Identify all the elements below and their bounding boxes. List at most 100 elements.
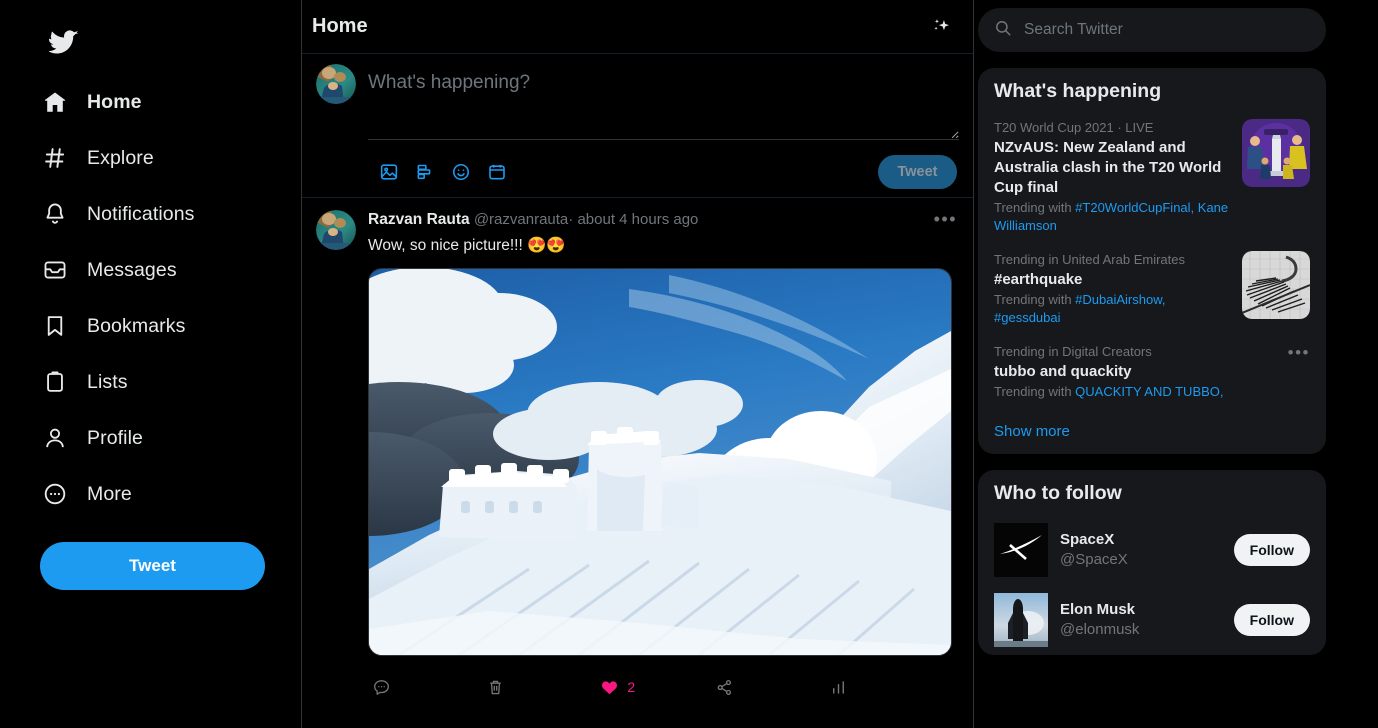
follow-suggestion-row[interactable]: Elon Musk @elonmusk Follow [978,585,1326,655]
show-more-trends[interactable]: Show more [978,411,1326,454]
sidebar-item-profile[interactable]: Profile [38,410,159,466]
tweet-author-avatar[interactable] [316,210,356,250]
trend-text: Trending in United Arab Emirates #earthq… [994,251,1234,327]
hashtag-icon [42,145,68,171]
sidebar-item-label: Home [87,90,142,113]
tweet-meta: Razvan Rauta @razvanrauta· about 4 hours… [368,210,698,230]
trend-text: Trending in Digital Creators tubbo and q… [994,343,1280,401]
trend-item[interactable]: Trending in Digital Creators tubbo and q… [978,337,1326,411]
sidebar-item-notifications[interactable]: Notifications [38,186,211,242]
trend-tag[interactable]: QUACKITY AND TUBBO, [1075,384,1223,399]
trend-name: NZvAUS: New Zealand and Australia clash … [994,139,1222,196]
search-bar[interactable] [978,8,1326,52]
tweet-header: Razvan Rauta @razvanrauta· about 4 hours… [368,210,959,230]
sidebar-item-label: Explore [87,146,154,169]
tweet-body: Razvan Rauta @razvanrauta· about 4 hours… [368,210,959,708]
trend-related: Trending with #DubaiAirshow, #gessdubai [994,291,1234,327]
twitter-bird-icon[interactable] [38,16,90,68]
person-icon [42,425,68,451]
search-icon [994,19,1012,42]
tweet-button-compose[interactable]: Tweet [878,155,957,189]
trending-with-label: Trending with [994,384,1076,399]
account-name: SpaceX [1060,531,1115,548]
sidebar-item-bookmarks[interactable]: Bookmarks [38,298,201,354]
image-icon[interactable] [378,161,400,183]
page-title: Home [312,15,368,37]
trend-tag[interactable]: #T20WorldCupFinal, [1075,200,1194,215]
clipboard-icon [42,369,68,395]
trend-name: #earthquake [994,271,1083,288]
search-input[interactable] [1024,21,1310,39]
account-name: Elon Musk [1060,601,1136,618]
tweet-item: Razvan Rauta @razvanrauta· about 4 hours… [302,198,973,708]
who-to-follow-panel: Who to follow SpaceX @SpaceX Follow Elon… [978,470,1326,655]
sparkles-icon[interactable] [924,10,958,44]
compose-tweet-box: Tweet [302,54,973,198]
sidebar-item-label: Notifications [87,202,195,225]
main-timeline-column: Home What's happening? Tweet Razvan Raut… [301,0,974,728]
follow-button[interactable]: Follow [1233,534,1310,566]
whats-happening-panel: What's happening T20 World Cup 2021 · LI… [978,68,1326,454]
tweet-image[interactable] [368,268,952,656]
sidebar-item-more[interactable]: More [38,466,148,522]
spacex-logo-avatar[interactable] [994,523,1048,577]
trend-tag[interactable]: #DubaiAirshow, [1075,292,1165,307]
sidebar-item-label: More [87,482,132,505]
trend-category: T20 World Cup 2021 · LIVE [994,120,1154,135]
who-to-follow-title: Who to follow [994,482,1122,504]
reply-button[interactable] [372,678,486,697]
schedule-icon[interactable] [486,161,508,183]
tweet-timestamp: about 4 hours ago [577,211,699,228]
compose-textarea[interactable] [368,64,959,140]
account-handle: @elonmusk [1060,621,1140,638]
sidebar-item-explore[interactable]: Explore [38,130,170,186]
poll-icon[interactable] [414,161,436,183]
like-button[interactable]: 2 [600,678,714,697]
tweet-action-bar: 2 [368,666,959,708]
tweet-text: Wow, so nice picture!!! 😍😍 [368,237,566,254]
t20-world-cup-trophy-thumb [1242,119,1310,187]
delete-button[interactable] [486,678,600,697]
tweet-button-sidebar[interactable]: Tweet [40,542,265,590]
sidebar-item-label: Profile [87,426,143,449]
more-horizontal-icon[interactable]: ••• [934,210,959,228]
account-handle: @SpaceX [1060,551,1128,568]
sidebar-item-label: Messages [87,258,177,281]
trending-with-label: Trending with [994,200,1076,215]
seismograph-thumb [1242,251,1310,319]
twitter-app: Home Explore Notifications Messages Book [0,0,1378,728]
follow-account-info: Elon Musk @elonmusk [1060,600,1222,640]
sidebar-item-messages[interactable]: Messages [38,242,193,298]
starship-rocket-avatar[interactable] [994,593,1048,647]
analytics-button[interactable] [829,678,943,697]
bookmark-icon [42,313,68,339]
trend-text: T20 World Cup 2021 · LIVE NZvAUS: New Ze… [994,119,1234,235]
more-horizontal-icon[interactable]: ••• [1288,343,1310,401]
whats-happening-title: What's happening [994,80,1162,102]
sidebar-item-label: Lists [87,370,128,393]
more-circle-icon [42,481,68,507]
trend-category: Trending in United Arab Emirates [994,252,1186,267]
follow-account-info: SpaceX @SpaceX [1060,530,1222,570]
trend-item[interactable]: T20 World Cup 2021 · LIVE NZvAUS: New Ze… [978,113,1326,245]
follow-button[interactable]: Follow [1233,604,1310,636]
follow-suggestion-row[interactable]: SpaceX @SpaceX Follow [978,515,1326,585]
envelope-icon [42,257,68,283]
trend-category: Trending in Digital Creators [994,344,1152,359]
home-icon [42,89,68,115]
timeline-header: Home [302,0,973,54]
emoji-icon[interactable] [450,161,472,183]
compose-actions: Tweet [368,155,959,189]
tweet-meta-separator: · [568,211,574,228]
tweet-author-handle[interactable]: @razvanrauta [474,211,568,228]
tweet-author-name[interactable]: Razvan Rauta [368,211,470,228]
trend-item[interactable]: Trending in United Arab Emirates #earthq… [978,245,1326,337]
trend-tag[interactable]: #gessdubai [994,310,1061,325]
sidebar-item-home[interactable]: Home [38,74,158,130]
share-button[interactable] [715,678,829,697]
right-sidebar: What's happening T20 World Cup 2021 · LI… [974,0,1378,728]
avatar[interactable] [316,64,356,104]
trend-related: Trending with QUACKITY AND TUBBO, [994,383,1280,401]
sidebar-item-lists[interactable]: Lists [38,354,144,410]
left-sidebar: Home Explore Notifications Messages Book [0,0,301,728]
